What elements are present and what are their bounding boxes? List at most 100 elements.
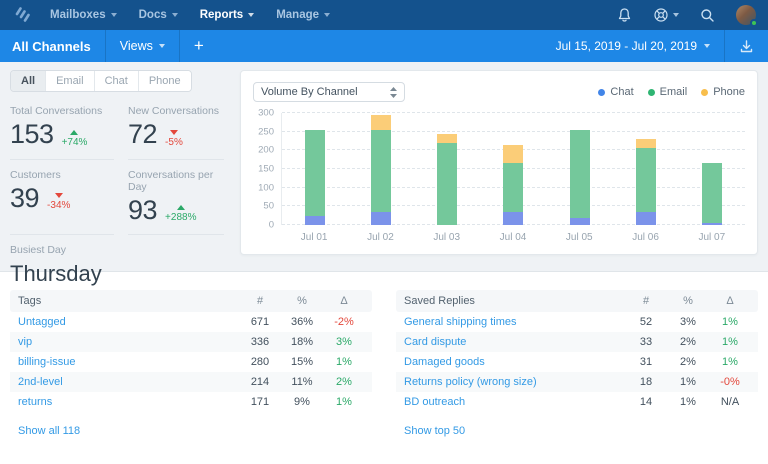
- notification-bell-icon[interactable]: [617, 7, 632, 23]
- metric-label: Total Conversations: [10, 105, 103, 117]
- table-row: 2nd-level 214 11% 2%: [10, 372, 372, 392]
- table-footer: Show top 50: [396, 412, 758, 439]
- show-more-link[interactable]: Show all 118: [18, 425, 80, 437]
- bar-segment-email: [437, 142, 458, 225]
- x-tick-label: Jul 06: [632, 232, 659, 243]
- row-percent: 36%: [290, 316, 314, 328]
- chevron-down-icon: [158, 44, 165, 48]
- table-column-header: #: [642, 295, 650, 307]
- table-column-header: %: [297, 295, 307, 307]
- bar-segment-phone: [371, 114, 392, 130]
- table-row: Damaged goods 31 2% 1%: [396, 352, 758, 372]
- filter-tab-chat[interactable]: Chat: [94, 71, 139, 91]
- bar-segment-chat: [569, 217, 590, 225]
- stacked-bar: [371, 113, 392, 225]
- nav-item-label: Reports: [199, 9, 244, 21]
- x-tick-label: Jul 03: [433, 232, 461, 243]
- table-row: returns 171 9% 1%: [10, 392, 372, 412]
- nav-item-label: Mailboxes: [50, 9, 106, 21]
- chart-body: 0 50 100 150 200 250 300: [253, 108, 745, 231]
- table-row: billing-issue 280 15% 1%: [10, 352, 372, 372]
- metric-delta-value: +288%: [165, 212, 197, 224]
- row-name-link[interactable]: Returns policy (wrong size): [404, 376, 626, 388]
- views-label: Views: [119, 39, 153, 53]
- metric-label: Conversations per Day: [128, 168, 214, 193]
- topnav-icons: [617, 5, 758, 27]
- metric-value-row: 93 +288%: [128, 196, 224, 223]
- nav-item-mailboxes[interactable]: Mailboxes: [50, 9, 117, 21]
- row-delta: -2%: [334, 316, 354, 328]
- chart-legend: Chat Email Phone: [598, 86, 745, 98]
- row-count: 14: [639, 396, 653, 408]
- row-delta: 3%: [336, 336, 352, 348]
- metric-delta: +288%: [165, 205, 196, 223]
- bar-slot-jul03: [414, 113, 480, 225]
- stacked-bar: [437, 113, 458, 225]
- metrics-panel: All Email Chat Phone Total Conversations 153…: [0, 62, 232, 286]
- row-name-link[interactable]: 2nd-level: [18, 376, 240, 388]
- nav-item-manage[interactable]: Manage: [276, 9, 331, 21]
- user-avatar[interactable]: [736, 5, 758, 27]
- chevron-down-icon: [171, 13, 178, 17]
- export-download-icon[interactable]: [725, 30, 768, 62]
- row-name-link[interactable]: BD outreach: [404, 396, 626, 408]
- metric-label: Customers: [10, 168, 61, 181]
- views-dropdown[interactable]: Views: [106, 30, 179, 62]
- tags-table: Tags #% Δ Untagged 671 36% -2% vip 336 18% 3% billi…: [10, 290, 372, 439]
- bar-segment-phone: [503, 144, 524, 164]
- chart-type-select[interactable]: Volume By Channel: [253, 82, 405, 102]
- row-count: 171: [250, 396, 270, 408]
- chevron-down-icon: [324, 13, 331, 17]
- chevron-down-icon: [673, 13, 679, 17]
- y-tick-label: 150: [258, 163, 274, 175]
- nav-item-reports[interactable]: Reports: [199, 9, 255, 21]
- search-icon[interactable]: [700, 8, 715, 23]
- bar-segment-chat: [305, 215, 326, 225]
- bar-segment-email: [305, 129, 326, 216]
- row-name-link[interactable]: returns: [18, 396, 240, 408]
- table-row: BD outreach 14 1% N/A: [396, 392, 758, 412]
- metric-label: New Conversations: [128, 105, 220, 117]
- row-percent: 2%: [680, 356, 696, 368]
- row-name-link[interactable]: vip: [18, 336, 240, 348]
- nav-item-docs[interactable]: Docs: [139, 9, 178, 21]
- legend-label: Email: [659, 86, 688, 98]
- busiest-day-metric: Busiest Day Thursday: [10, 235, 224, 287]
- metric-value-row: 153 +74%: [10, 119, 114, 149]
- nav-item-label: Manage: [276, 9, 320, 21]
- metric-delta: +74%: [62, 129, 87, 148]
- filter-tab-email[interactable]: Email: [46, 71, 95, 91]
- busiest-day-value: Thursday: [10, 261, 102, 287]
- table-column-header: #: [256, 295, 264, 307]
- app-logo-icon[interactable]: [12, 7, 34, 23]
- row-name-link[interactable]: billing-issue: [18, 356, 240, 368]
- trend-down-icon: [54, 193, 63, 199]
- legend-dot: [701, 88, 709, 96]
- help-beacon-icon[interactable]: [653, 7, 679, 23]
- filter-tab-phone[interactable]: Phone: [138, 71, 191, 91]
- metric-value: 153: [10, 119, 54, 149]
- legend-item-chat[interactable]: Chat: [598, 86, 634, 98]
- legend-item-email[interactable]: Email: [647, 86, 688, 98]
- row-name-link[interactable]: Card dispute: [404, 336, 626, 348]
- stacked-bar: [635, 113, 656, 225]
- row-percent: 1%: [680, 396, 696, 408]
- show-more-link[interactable]: Show top 50: [404, 425, 465, 437]
- bar-segment-phone: [437, 133, 458, 143]
- table-rows: General shipping times 52 3% 1% Card dispute…: [396, 312, 758, 412]
- legend-item-phone[interactable]: Phone: [701, 86, 745, 98]
- row-count: 18: [639, 376, 653, 388]
- row-name-link[interactable]: General shipping times: [404, 316, 626, 328]
- filter-tab-all[interactable]: All: [11, 71, 47, 91]
- row-delta: 1%: [722, 356, 738, 368]
- metric-0: Total Conversations 153 +74%: [10, 96, 114, 160]
- add-view-button[interactable]: +: [180, 30, 218, 62]
- top-nav: Mailboxes Docs Reports Manage: [0, 0, 768, 30]
- x-tick-label: Jul 07: [698, 232, 726, 243]
- date-range-picker[interactable]: Jul 15, 2019 - Jul 20, 2019: [542, 30, 724, 62]
- saved-replies-table: Saved Replies #% Δ General shipping times 52…: [396, 290, 758, 439]
- row-count: 31: [639, 356, 653, 368]
- online-status-dot: [750, 19, 758, 27]
- row-name-link[interactable]: Damaged goods: [404, 356, 626, 368]
- row-name-link[interactable]: Untagged: [18, 316, 240, 328]
